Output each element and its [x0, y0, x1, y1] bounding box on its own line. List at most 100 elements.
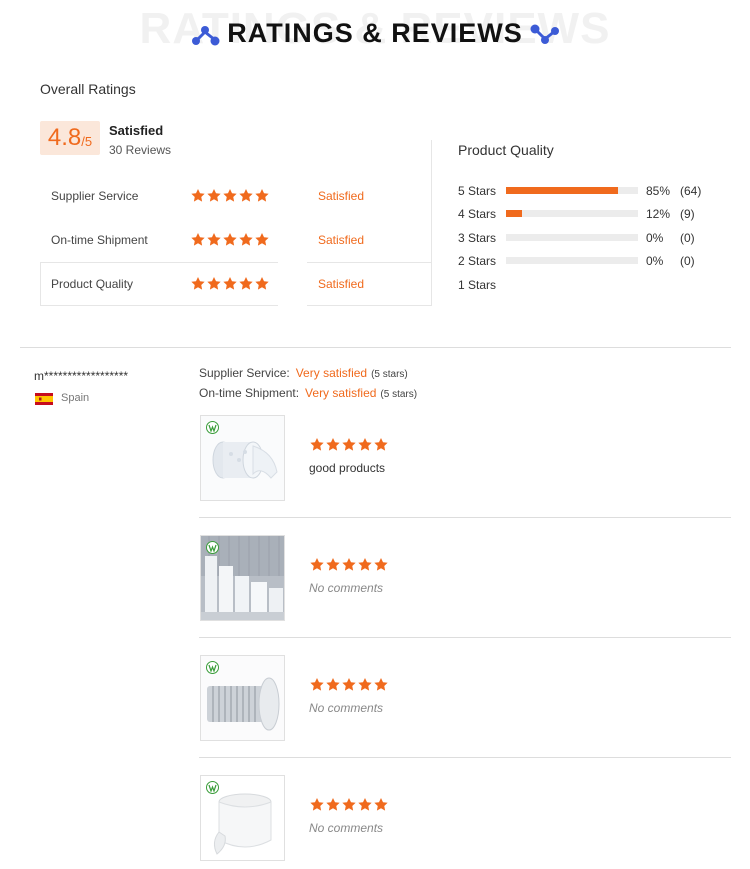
distribution-percent: 0%	[646, 254, 664, 268]
rating-row-status: Satisfied	[318, 189, 365, 203]
star-icon	[341, 557, 357, 572]
rating-row-label: Supplier Service	[51, 189, 139, 203]
distribution-label: 1 Stars	[458, 278, 497, 292]
product-thumbnail[interactable]	[200, 415, 285, 501]
overall-score-badge: 4.8 /5	[40, 121, 100, 155]
distribution-count: (0)	[680, 254, 695, 268]
distribution-row-1-stars: 1 Stars	[458, 276, 718, 294]
star-icon	[357, 797, 373, 812]
section-divider	[20, 347, 731, 348]
review-comment: No comments	[309, 821, 384, 835]
distribution-count: (9)	[680, 207, 695, 221]
star-icon	[238, 276, 254, 291]
star-icon	[222, 188, 238, 203]
star-rating	[190, 188, 270, 206]
distribution-row-2-stars: 2 Stars 0% (0)	[458, 252, 718, 270]
brand-badge-icon	[206, 541, 219, 554]
column-divider	[431, 140, 432, 306]
review-comment: No comments	[309, 701, 384, 715]
star-icon	[309, 437, 325, 452]
item-divider	[199, 757, 731, 758]
rating-row-product-quality: Product Quality Satisfied	[40, 263, 430, 307]
brand-badge-icon	[206, 421, 219, 434]
star-icon	[325, 797, 341, 812]
star-icon	[373, 437, 389, 452]
star-icon	[373, 677, 389, 692]
distribution-label: 3 Stars	[458, 231, 497, 245]
review-count: 30 Reviews	[109, 143, 172, 157]
star-icon	[190, 276, 206, 291]
star-icon	[309, 557, 325, 572]
brand-badge-icon	[206, 661, 219, 674]
star-icon	[206, 232, 222, 247]
rating-row-label: Product Quality	[51, 277, 134, 291]
review-line-label: On-time Shipment:	[199, 386, 300, 400]
distribution-percent: 85%	[646, 184, 671, 198]
star-rating	[309, 677, 389, 695]
distribution-row-4-stars: 4 Stars 12% (9)	[458, 205, 718, 223]
product-thumbnail[interactable]	[200, 775, 285, 861]
review-line-value: Very satisfied	[295, 366, 368, 380]
overall-ratings-label: Overall Ratings	[40, 81, 136, 97]
star-icon	[309, 797, 325, 812]
page-title: RATINGS & REVIEWS	[227, 18, 523, 48]
review-on-time-shipment: On-time Shipment: Very satisfied (5 stars)	[199, 386, 417, 400]
star-icon	[254, 276, 270, 291]
section-header: RATINGS & REVIEWS RATINGS & REVIEWS	[0, 0, 750, 64]
star-icon	[325, 557, 341, 572]
star-icon	[254, 232, 270, 247]
star-icon	[373, 797, 389, 812]
overall-status: Satisfied	[109, 123, 164, 138]
star-rating	[309, 557, 389, 575]
review-comment: No comments	[309, 581, 384, 595]
distribution-row-3-stars: 3 Stars 0% (0)	[458, 229, 718, 247]
distribution-bar	[506, 187, 638, 194]
product-thumbnail[interactable]	[200, 655, 285, 741]
star-icon	[190, 188, 206, 203]
distribution-count: (0)	[680, 231, 695, 245]
star-rating	[309, 437, 389, 455]
review-line-value: Very satisfied	[305, 386, 377, 400]
star-icon	[341, 677, 357, 692]
rating-row-label: On-time Shipment	[51, 233, 148, 247]
star-icon	[341, 797, 357, 812]
distribution-label: 5 Stars	[458, 184, 497, 198]
overall-score-max: /5	[81, 133, 93, 149]
review-line-label: Supplier Service:	[199, 366, 290, 380]
item-divider	[199, 517, 731, 518]
product-quality-title: Product Quality	[458, 142, 554, 158]
star-icon	[222, 232, 238, 247]
distribution-bar	[506, 210, 638, 217]
distribution-percent: 12%	[646, 207, 671, 221]
distribution-row-5-stars: 5 Stars 85% (64)	[458, 182, 718, 200]
review-item: good products	[199, 415, 731, 535]
star-icon	[325, 437, 341, 452]
review-comment: good products	[309, 461, 386, 475]
star-rating	[309, 797, 389, 815]
star-rating	[190, 276, 270, 294]
distribution-label: 2 Stars	[458, 254, 497, 268]
brand-badge-icon	[206, 781, 219, 794]
distribution-bar	[506, 234, 638, 241]
item-divider	[199, 637, 731, 638]
rating-row-supplier-service: Supplier Service Satisfied	[40, 175, 430, 219]
rating-row-status: Satisfied	[318, 277, 365, 291]
star-icon	[238, 188, 254, 203]
spain-flag-icon	[35, 393, 53, 405]
review-line-stars: (5 stars)	[371, 369, 408, 380]
review-line-stars: (5 stars)	[380, 389, 418, 400]
star-icon	[341, 437, 357, 452]
reviewer-name: m******************	[34, 369, 129, 383]
distribution-bar	[506, 257, 638, 264]
rating-row-on-time-shipment: On-time Shipment Satisfied	[40, 219, 430, 263]
distribution-bar-fill	[506, 210, 522, 217]
review-supplier-service: Supplier Service: Very satisfied (5 stars)	[199, 366, 408, 380]
star-icon	[238, 232, 254, 247]
star-rating	[190, 232, 270, 250]
review-item: No comments	[199, 655, 731, 775]
product-thumbnail[interactable]	[200, 535, 285, 621]
star-icon	[357, 557, 373, 572]
star-icon	[357, 677, 373, 692]
overall-score: 4.8	[47, 124, 82, 151]
star-icon	[309, 677, 325, 692]
